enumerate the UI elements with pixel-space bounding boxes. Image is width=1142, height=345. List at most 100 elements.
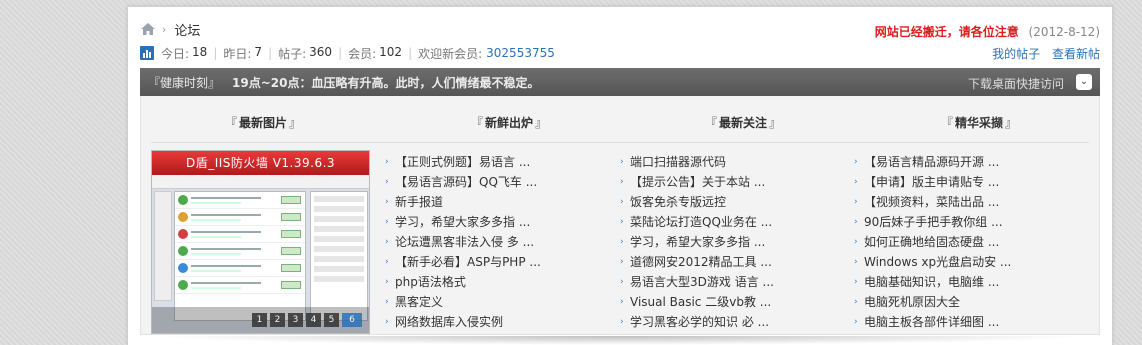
list-item[interactable]: › 【新手必看】ASP与PHP ... xyxy=(385,252,585,272)
bullet-arrow-icon: › xyxy=(385,237,389,247)
list-item[interactable]: › php语法格式 xyxy=(385,272,585,292)
list-item[interactable]: › 【申请】版主申请贴专 ... xyxy=(854,172,1054,192)
content-panel: 『最新图片』 『新鲜出炉』 『最新关注』 『精华采撷』 D盾_IIS防火墙 V1… xyxy=(140,96,1100,335)
site-notice: 网站已经搬迁，请各位注意 (2012-8-12) xyxy=(875,23,1100,40)
download-shortcut-link[interactable]: 下载桌面快捷访问 xyxy=(968,75,1064,92)
heading-essence: 『精华采撷』 xyxy=(941,116,1018,130)
bullet-arrow-icon: › xyxy=(385,157,389,167)
list-item[interactable]: › 易语言大型3D游戏 语言 ... xyxy=(620,272,820,292)
forum-info-card: › 论坛 今日: 18 | 昨日: 7 | 帖子: 360 | 会员: 102 | 欢迎… xyxy=(127,6,1113,345)
essence-list: › 【易语言精品源码开源 ... › 【申请】版主申请贴专 ... › 【视频资料，菜… xyxy=(854,152,1054,332)
stat-members: 会员: 102 xyxy=(348,44,403,61)
bullet-arrow-icon: › xyxy=(385,317,389,327)
bullet-arrow-icon: › xyxy=(854,157,858,167)
list-item[interactable]: › 如何正确地给固态硬盘 ... xyxy=(854,232,1054,252)
slideshow-page-button[interactable]: 5 xyxy=(324,313,339,327)
bullet-arrow-icon: › xyxy=(620,217,624,227)
list-item[interactable]: › 【易语言精品源码开源 ... xyxy=(854,152,1054,172)
list-item[interactable]: › 网络数据库入侵实例 xyxy=(385,312,585,332)
bullet-arrow-icon: › xyxy=(854,297,858,307)
fresh-list: › 【正则式例题】易语言 ... › 【易语言源码】QQ飞车 ... › 新手报道 ›… xyxy=(385,152,585,332)
list-item[interactable]: › 【提示公告】关于本站 ... xyxy=(620,172,820,192)
list-item[interactable]: › 学习，希望大家多多指 ... xyxy=(385,212,585,232)
list-item[interactable]: › 电脑主板各部件详细图 ... xyxy=(854,312,1054,332)
tip-text: 19点~20点：血压略有升高。此时，人们情绪最不稳定。 xyxy=(232,75,540,90)
bullet-arrow-icon: › xyxy=(854,237,858,247)
list-item[interactable]: › 道德网安2012精品工具 ... xyxy=(620,252,820,272)
bullet-arrow-icon: › xyxy=(854,197,858,207)
bullet-arrow-icon: › xyxy=(620,317,624,327)
slideshow-page-button[interactable]: 2 xyxy=(270,313,285,327)
slideshow-page-button[interactable]: 4 xyxy=(306,313,321,327)
list-item[interactable]: › 【视频资料，菜陆出品 ... xyxy=(854,192,1054,212)
list-item[interactable]: › 论坛遭黑客非法入侵 多 ... xyxy=(385,232,585,252)
list-item[interactable]: › 菜陆论坛打造QQ业务在 ... xyxy=(620,212,820,232)
bullet-arrow-icon: › xyxy=(854,317,858,327)
bullet-arrow-icon: › xyxy=(385,257,389,267)
slideshow-page-button[interactable]: 1 xyxy=(252,313,267,327)
slideshow-page-button[interactable]: 3 xyxy=(288,313,303,327)
image-slideshow[interactable]: D盾_IIS防火墙 V1.39.6.3 1 2 3 4 5 6 xyxy=(151,150,370,334)
list-item[interactable]: › 电脑死机原因大全 xyxy=(854,292,1054,312)
list-item[interactable]: › 电脑基础知识，电脑维 ... xyxy=(854,272,1054,292)
slideshow-side-pane xyxy=(310,191,368,321)
user-links: 我的帖子 查看新帖 xyxy=(984,45,1100,62)
bullet-arrow-icon: › xyxy=(385,177,389,187)
breadcrumb-forum[interactable]: 论坛 xyxy=(174,20,200,39)
list-item[interactable]: › 端口扫描器源代码 xyxy=(620,152,820,172)
list-item[interactable]: › 【正则式例题】易语言 ... xyxy=(385,152,585,172)
list-item[interactable]: › 新手报道 xyxy=(385,192,585,212)
new-member-link[interactable]: 302553755 xyxy=(486,46,555,60)
bullet-arrow-icon: › xyxy=(385,197,389,207)
my-posts-link[interactable]: 我的帖子 xyxy=(992,47,1040,61)
welcome-label: 欢迎新会员: xyxy=(418,46,483,61)
notice-text[interactable]: 网站已经搬迁，请各位注意 xyxy=(875,25,1019,39)
slideshow-window xyxy=(174,191,306,321)
bullet-arrow-icon: › xyxy=(385,277,389,287)
list-item[interactable]: › 【易语言源码】QQ飞车 ... xyxy=(385,172,585,192)
list-item[interactable]: › 饭客免杀专版远控 xyxy=(620,192,820,212)
list-item[interactable]: › 学习黑客必学的知识 必 ... xyxy=(620,312,820,332)
notice-date: (2012-8-12) xyxy=(1028,25,1100,39)
stat-yesterday: 昨日: 7 xyxy=(223,44,263,61)
home-icon[interactable] xyxy=(140,22,156,36)
heading-attention: 『最新关注』 xyxy=(705,116,782,130)
list-item[interactable]: › 学习，希望大家多多指 ... xyxy=(620,232,820,252)
bullet-arrow-icon: › xyxy=(854,177,858,187)
chevron-down-icon[interactable]: ⌄ xyxy=(1076,74,1092,90)
breadcrumb: › 论坛 xyxy=(140,19,200,39)
divider xyxy=(151,142,1089,143)
bullet-arrow-icon: › xyxy=(620,157,624,167)
bullet-arrow-icon: › xyxy=(854,257,858,267)
chevron-right-icon: › xyxy=(162,22,167,36)
stat-posts: 帖子: 360 xyxy=(278,44,333,61)
bullet-arrow-icon: › xyxy=(854,277,858,287)
bullet-arrow-icon: › xyxy=(620,277,624,287)
slideshow-pager: 1 2 3 4 5 6 xyxy=(252,313,362,327)
heading-latest-images: 『最新图片』 xyxy=(225,116,302,130)
bullet-arrow-icon: › xyxy=(620,177,624,187)
bullet-arrow-icon: › xyxy=(385,217,389,227)
list-item[interactable]: › Windows xp光盘启动安 ... xyxy=(854,252,1054,272)
attention-list: › 端口扫描器源代码 › 【提示公告】关于本站 ... › 饭客免杀专版远控 › 菜陆论… xyxy=(620,152,820,332)
bullet-arrow-icon: › xyxy=(385,297,389,307)
bullet-arrow-icon: › xyxy=(620,297,624,307)
tip-bar: 『健康时刻』 19点~20点：血压略有升高。此时，人们情绪最不稳定。 下载桌面快… xyxy=(140,68,1100,96)
slideshow-page-button-active[interactable]: 6 xyxy=(342,313,362,327)
bullet-arrow-icon: › xyxy=(620,257,624,267)
slideshow-title: D盾_IIS防火墙 V1.39.6.3 xyxy=(152,151,369,175)
bullet-arrow-icon: › xyxy=(620,237,624,247)
list-item[interactable]: › 黑客定义 xyxy=(385,292,585,312)
stat-today: 今日: 18 xyxy=(161,44,208,61)
slideshow-menubar xyxy=(152,175,369,189)
heading-fresh: 『新鲜出炉』 xyxy=(471,116,548,130)
bullet-arrow-icon: › xyxy=(854,217,858,227)
forum-stats: 今日: 18 | 昨日: 7 | 帖子: 360 | 会员: 102 | 欢迎新会员: … xyxy=(140,45,555,61)
bullet-arrow-icon: › xyxy=(620,197,624,207)
new-posts-link[interactable]: 查看新帖 xyxy=(1052,47,1100,61)
stats-icon xyxy=(140,46,154,60)
list-item[interactable]: › Visual Basic 二级vb教 ... xyxy=(620,292,820,312)
list-item[interactable]: › 90后妹子手把手教你组 ... xyxy=(854,212,1054,232)
card-shadow xyxy=(150,336,1090,345)
tip-title: 『健康时刻』 xyxy=(148,75,221,90)
